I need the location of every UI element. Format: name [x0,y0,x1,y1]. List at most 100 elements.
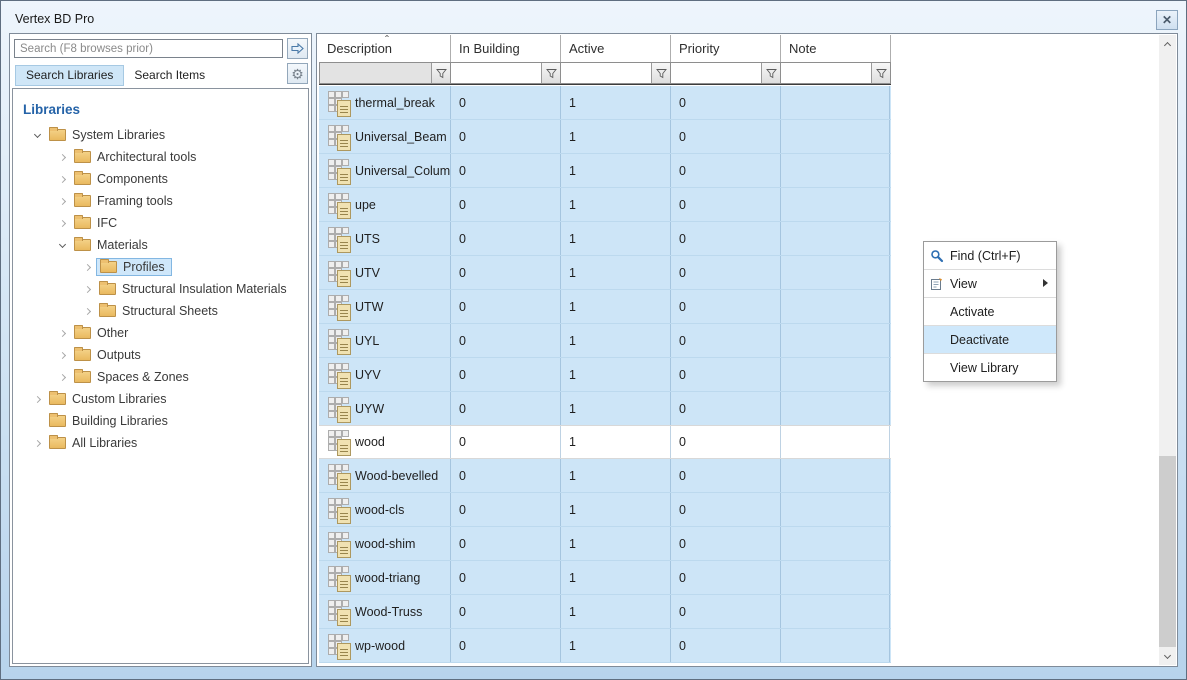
table-row[interactable]: wood-shim 0 1 0 [319,527,891,561]
filter-cell-note[interactable] [781,62,891,84]
column-header-description[interactable]: Description ˆ [319,35,451,62]
menu-item-find[interactable]: Find (Ctrl+F) [924,242,1056,269]
tree-item-other[interactable]: Other [13,322,308,344]
chevron-right-icon[interactable] [54,171,71,187]
tree-item-ifc[interactable]: IFC [13,212,308,234]
row-in-building: 0 [451,222,561,255]
table-row[interactable]: Universal_Beam 0 1 0 [319,120,891,154]
column-header-in-building[interactable]: In Building [451,35,561,62]
row-priority: 0 [671,154,781,187]
table-row[interactable]: UYV 0 1 0 [319,358,891,392]
tree-item-structural-sheets[interactable]: Structural Sheets [13,300,308,322]
filter-funnel-icon [656,68,667,79]
filter-button[interactable] [431,63,450,83]
filter-button[interactable] [871,63,890,83]
filter-button[interactable] [761,63,780,83]
tree-item-outputs[interactable]: Outputs [13,344,308,366]
row-in-building: 0 [451,527,561,560]
row-in-building: 0 [451,459,561,492]
table-row[interactable]: UTW 0 1 0 [319,290,891,324]
menu-item-deactivate[interactable]: Deactivate [924,326,1056,353]
column-header-note[interactable]: Note [781,35,891,62]
library-item-icon [328,361,350,389]
search-input[interactable] [14,39,283,58]
row-active: 1 [561,290,671,323]
filter-cell-active[interactable] [561,62,671,84]
tree-item-custom-libraries[interactable]: Custom Libraries [13,388,308,410]
table-row[interactable]: UTV 0 1 0 [319,256,891,290]
chevron-right-icon[interactable] [29,435,46,451]
chevron-right-icon[interactable] [54,325,71,341]
row-description: Wood-bevelled [355,469,438,483]
filter-button[interactable] [541,63,560,83]
folder-icon [74,327,91,339]
row-priority: 0 [671,358,781,391]
table-row[interactable]: UTS 0 1 0 [319,222,891,256]
chevron-down-icon[interactable] [29,127,46,143]
library-item-icon [328,632,350,660]
table-row[interactable]: Universal_Column 0 1 0 [319,154,891,188]
chevron-right-icon[interactable] [79,303,96,319]
title-bar[interactable]: Vertex BD Pro ✕ [1,1,1186,33]
filter-cell-priority[interactable] [671,62,781,84]
row-note [781,120,890,153]
chevron-right-icon[interactable] [79,281,96,297]
row-description: Universal_Column [355,164,451,178]
chevron-down-icon[interactable] [54,237,71,253]
table-row[interactable]: UYW 0 1 0 [319,392,891,426]
table-row[interactable]: wp-wood 0 1 0 [319,629,891,663]
scroll-up-button[interactable] [1159,35,1176,52]
library-sidebar: Search Libraries Search Items ⚙ Librarie… [9,33,312,667]
menu-item-view[interactable]: View [924,270,1056,297]
close-button[interactable]: ✕ [1156,10,1178,30]
row-in-building: 0 [451,358,561,391]
scrollbar-thumb[interactable] [1159,456,1176,647]
tree-item-framing-tools[interactable]: Framing tools [13,190,308,212]
tree-item-all-libraries[interactable]: All Libraries [13,432,308,454]
chevron-right-icon[interactable] [54,369,71,385]
table-row[interactable]: upe 0 1 0 [319,188,891,222]
row-priority: 0 [671,86,781,119]
chevron-right-icon[interactable] [54,193,71,209]
tree-item-system-libraries[interactable]: System Libraries [13,124,308,146]
table-row[interactable]: Wood-Truss 0 1 0 [319,595,891,629]
chevron-right-icon[interactable] [54,215,71,231]
table-row[interactable]: wood-triang 0 1 0 [319,561,891,595]
table-row[interactable]: wood 0 1 0 [319,425,891,459]
tree-item-materials[interactable]: Materials [13,234,308,256]
tree-item-architectural-tools[interactable]: Architectural tools [13,146,308,168]
window-title: Vertex BD Pro [15,12,94,26]
row-description: wood-cls [355,503,404,517]
row-in-building: 0 [451,426,561,458]
table-row[interactable]: Wood-bevelled 0 1 0 [319,459,891,493]
library-item-icon [328,496,350,524]
table-row[interactable]: UYL 0 1 0 [319,324,891,358]
chevron-right-icon[interactable] [54,149,71,165]
scroll-down-button[interactable] [1159,648,1176,665]
settings-button[interactable]: ⚙ [287,63,308,84]
row-description: upe [355,198,376,212]
search-go-button[interactable] [287,38,308,59]
chevron-right-icon[interactable] [79,259,96,275]
tree-item-components[interactable]: Components [13,168,308,190]
filter-button[interactable] [651,63,670,83]
tree-item-structural-insulation-materials[interactable]: Structural Insulation Materials [13,278,308,300]
tree-item-spaces-zones[interactable]: Spaces & Zones [13,366,308,388]
menu-item-activate[interactable]: Activate [924,298,1056,325]
table-row[interactable]: thermal_break 0 1 0 [319,86,891,120]
table-row[interactable]: wood-cls 0 1 0 [319,493,891,527]
tab-search-items[interactable]: Search Items [124,65,215,86]
tab-search-libraries[interactable]: Search Libraries [15,65,124,86]
column-header-active[interactable]: Active [561,35,671,62]
tree-item-profiles[interactable]: Profiles [13,256,308,278]
row-in-building: 0 [451,392,561,425]
column-header-priority[interactable]: Priority [671,35,781,62]
filter-cell-description[interactable] [319,62,451,84]
filter-cell-in-building[interactable] [451,62,561,84]
vertical-scrollbar[interactable] [1159,35,1176,665]
chevron-right-icon[interactable] [29,391,46,407]
chevron-right-icon[interactable] [54,347,71,363]
row-note [781,426,890,458]
menu-item-view-library[interactable]: View Library [924,354,1056,381]
tree-item-building-libraries[interactable]: Building Libraries [13,410,308,432]
